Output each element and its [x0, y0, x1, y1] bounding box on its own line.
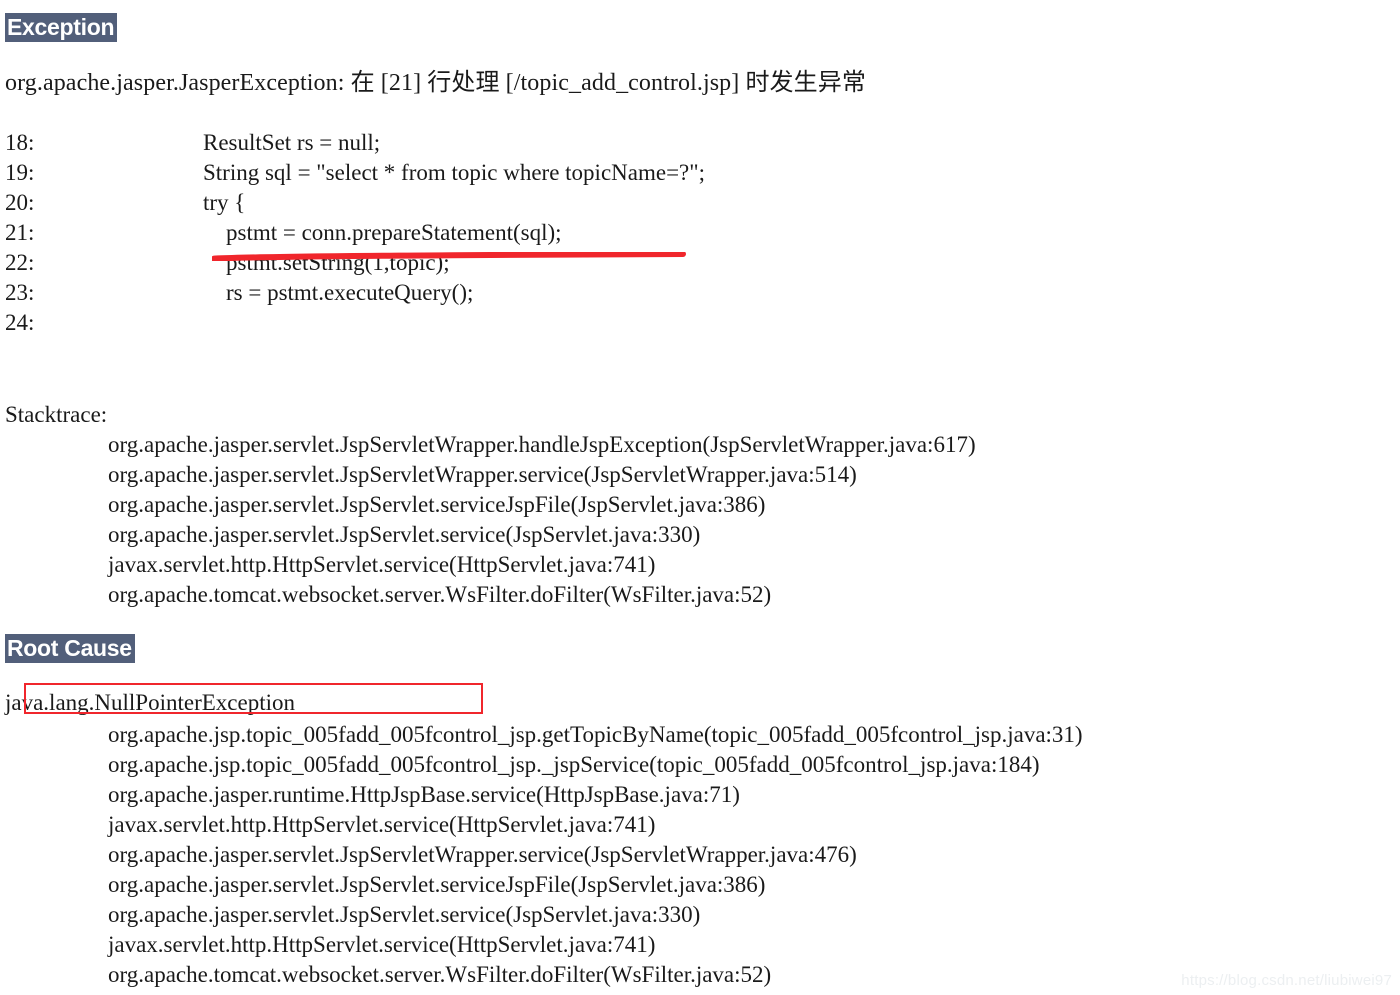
code-line-number: 22:: [5, 250, 35, 275]
code-line: 21: pstmt = conn.prepareStatement(sql);: [0, 218, 1400, 248]
code-line: 22: pstmt.setString(1,topic);: [0, 248, 1400, 278]
stacktrace-line: org.apache.tomcat.websocket.server.WsFil…: [108, 582, 772, 607]
root-cause-stacktrace-line: org.apache.jasper.servlet.JspServletWrap…: [108, 842, 857, 867]
code-line-text: rs = pstmt.executeQuery();: [157, 280, 474, 305]
code-line-text: ResultSet rs = null;: [157, 130, 381, 155]
root-cause-stacktrace-line: org.apache.jsp.topic_005fadd_005fcontrol…: [108, 722, 1083, 747]
code-line: 20: try {: [0, 188, 1400, 218]
root-cause-stacktrace-line: org.apache.jasper.servlet.JspServlet.ser…: [108, 902, 701, 927]
code-line: 24:: [0, 308, 1400, 338]
root-cause-stacktrace-line: org.apache.jasper.runtime.HttpJspBase.se…: [108, 782, 740, 807]
root-cause-stacktrace-line: javax.servlet.http.HttpServlet.service(H…: [108, 812, 656, 837]
code-line-number: 23:: [5, 280, 35, 305]
stacktrace-line: javax.servlet.http.HttpServlet.service(H…: [108, 552, 656, 577]
stacktrace-line: org.apache.jasper.servlet.JspServlet.ser…: [108, 492, 766, 517]
code-line-text: pstmt = conn.prepareStatement(sql);: [157, 220, 562, 245]
root-cause-section-header: Root Cause: [5, 634, 135, 663]
code-line: 18: ResultSet rs = null;: [0, 128, 1400, 158]
stacktrace-line: org.apache.jasper.servlet.JspServletWrap…: [108, 432, 976, 457]
root-cause-stacktrace-line: org.apache.jsp.topic_005fadd_005fcontrol…: [108, 752, 1040, 777]
root-cause-stacktrace-lines: org.apache.jsp.topic_005fadd_005fcontrol…: [0, 720, 1400, 990]
code-line-number: 20:: [5, 190, 35, 215]
stacktrace-title: Stacktrace:: [5, 402, 108, 427]
code-line-text: pstmt.setString(1,topic);: [157, 250, 450, 275]
root-cause-stacktrace-line: javax.servlet.http.HttpServlet.service(H…: [108, 932, 656, 957]
code-line: 23: rs = pstmt.executeQuery();: [0, 278, 1400, 308]
code-line-number: 18:: [5, 130, 35, 155]
code-line-text: try {: [157, 190, 246, 215]
code-line: 19: String sql = "select * from topic wh…: [0, 158, 1400, 188]
code-line-number: 24:: [5, 310, 35, 335]
root-cause-stacktrace-block: org.apache.jsp.topic_005fadd_005fcontrol…: [0, 720, 1400, 990]
code-line-number: 21:: [5, 220, 35, 245]
exception-section-header: Exception: [5, 13, 118, 42]
code-line-text: String sql = "select * from topic where …: [157, 160, 706, 185]
stacktrace-block: Stacktrace: org.apache.jasper.servlet.Js…: [0, 400, 1400, 610]
root-cause-exception-name: java.lang.NullPointerException: [5, 690, 295, 715]
jsp-source-code-block: 18: ResultSet rs = null; 19: String sql =…: [0, 128, 1400, 338]
stacktrace-lines: org.apache.jasper.servlet.JspServletWrap…: [0, 430, 1400, 610]
stacktrace-line: org.apache.jasper.servlet.JspServlet.ser…: [108, 522, 701, 547]
code-line-number: 19:: [5, 160, 35, 185]
exception-message: org.apache.jasper.JasperException: 在 [21…: [5, 70, 866, 96]
stacktrace-line: org.apache.jasper.servlet.JspServletWrap…: [108, 462, 857, 487]
root-cause-stacktrace-line: org.apache.jasper.servlet.JspServlet.ser…: [108, 872, 766, 897]
exception-report-page: Exception org.apache.jasper.JasperExcept…: [0, 0, 1400, 995]
csdn-watermark: https://blog.csdn.net/liubiwei97: [1181, 972, 1392, 989]
